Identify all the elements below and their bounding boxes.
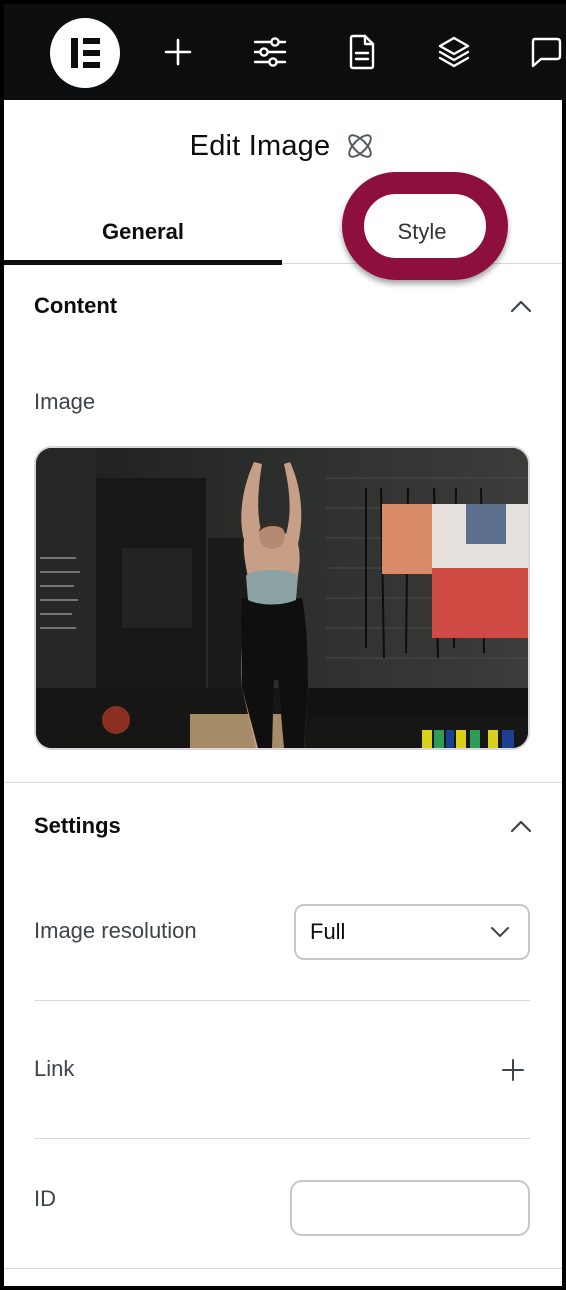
image-preview[interactable] — [34, 446, 530, 750]
add-element-button[interactable] — [148, 4, 208, 100]
select-value: Full — [310, 919, 346, 944]
style-tab-highlight — [342, 172, 508, 280]
image-label: Image — [34, 389, 96, 414]
comments-button[interactable] — [516, 4, 566, 100]
section-divider — [4, 1268, 562, 1269]
add-icon — [164, 38, 192, 66]
tab-general[interactable]: General — [4, 200, 282, 265]
atomic-widget-icon — [348, 134, 373, 158]
chevron-up-icon[interactable] — [510, 819, 532, 833]
top-toolbar — [4, 4, 566, 100]
elementor-logo-icon[interactable] — [50, 18, 120, 88]
sliders-icon — [253, 37, 287, 67]
id-label: ID — [34, 1186, 56, 1211]
editor-frame: Edit Image General Style Content Image S… — [0, 0, 566, 1290]
section-divider — [4, 782, 562, 783]
site-settings-button[interactable] — [240, 4, 300, 100]
chevron-down-icon — [491, 927, 509, 937]
section-title: Settings — [34, 813, 121, 838]
gym-photo-image — [36, 448, 528, 748]
content-section-header[interactable]: Content — [34, 286, 532, 326]
chevron-up-icon[interactable] — [510, 299, 532, 313]
row-divider — [34, 1000, 530, 1001]
section-title: Content — [34, 293, 118, 318]
page-icon — [349, 34, 375, 70]
page-title: Edit Image — [189, 129, 331, 162]
comment-icon — [531, 37, 562, 68]
layers-icon — [438, 36, 470, 68]
edit-panel: Edit Image General Style Content Image S… — [4, 100, 562, 1286]
add-link-icon[interactable] — [501, 1058, 525, 1082]
link-label: Link — [34, 1056, 75, 1081]
settings-section-header[interactable]: Settings — [34, 806, 532, 846]
id-input[interactable] — [290, 1180, 530, 1236]
page-settings-button[interactable] — [332, 4, 392, 100]
image-resolution-select[interactable]: Full — [294, 904, 530, 960]
structure-button[interactable] — [424, 4, 484, 100]
image-resolution-label: Image resolution — [34, 918, 197, 943]
panel-header: Edit Image — [4, 124, 562, 168]
row-divider — [34, 1138, 530, 1139]
